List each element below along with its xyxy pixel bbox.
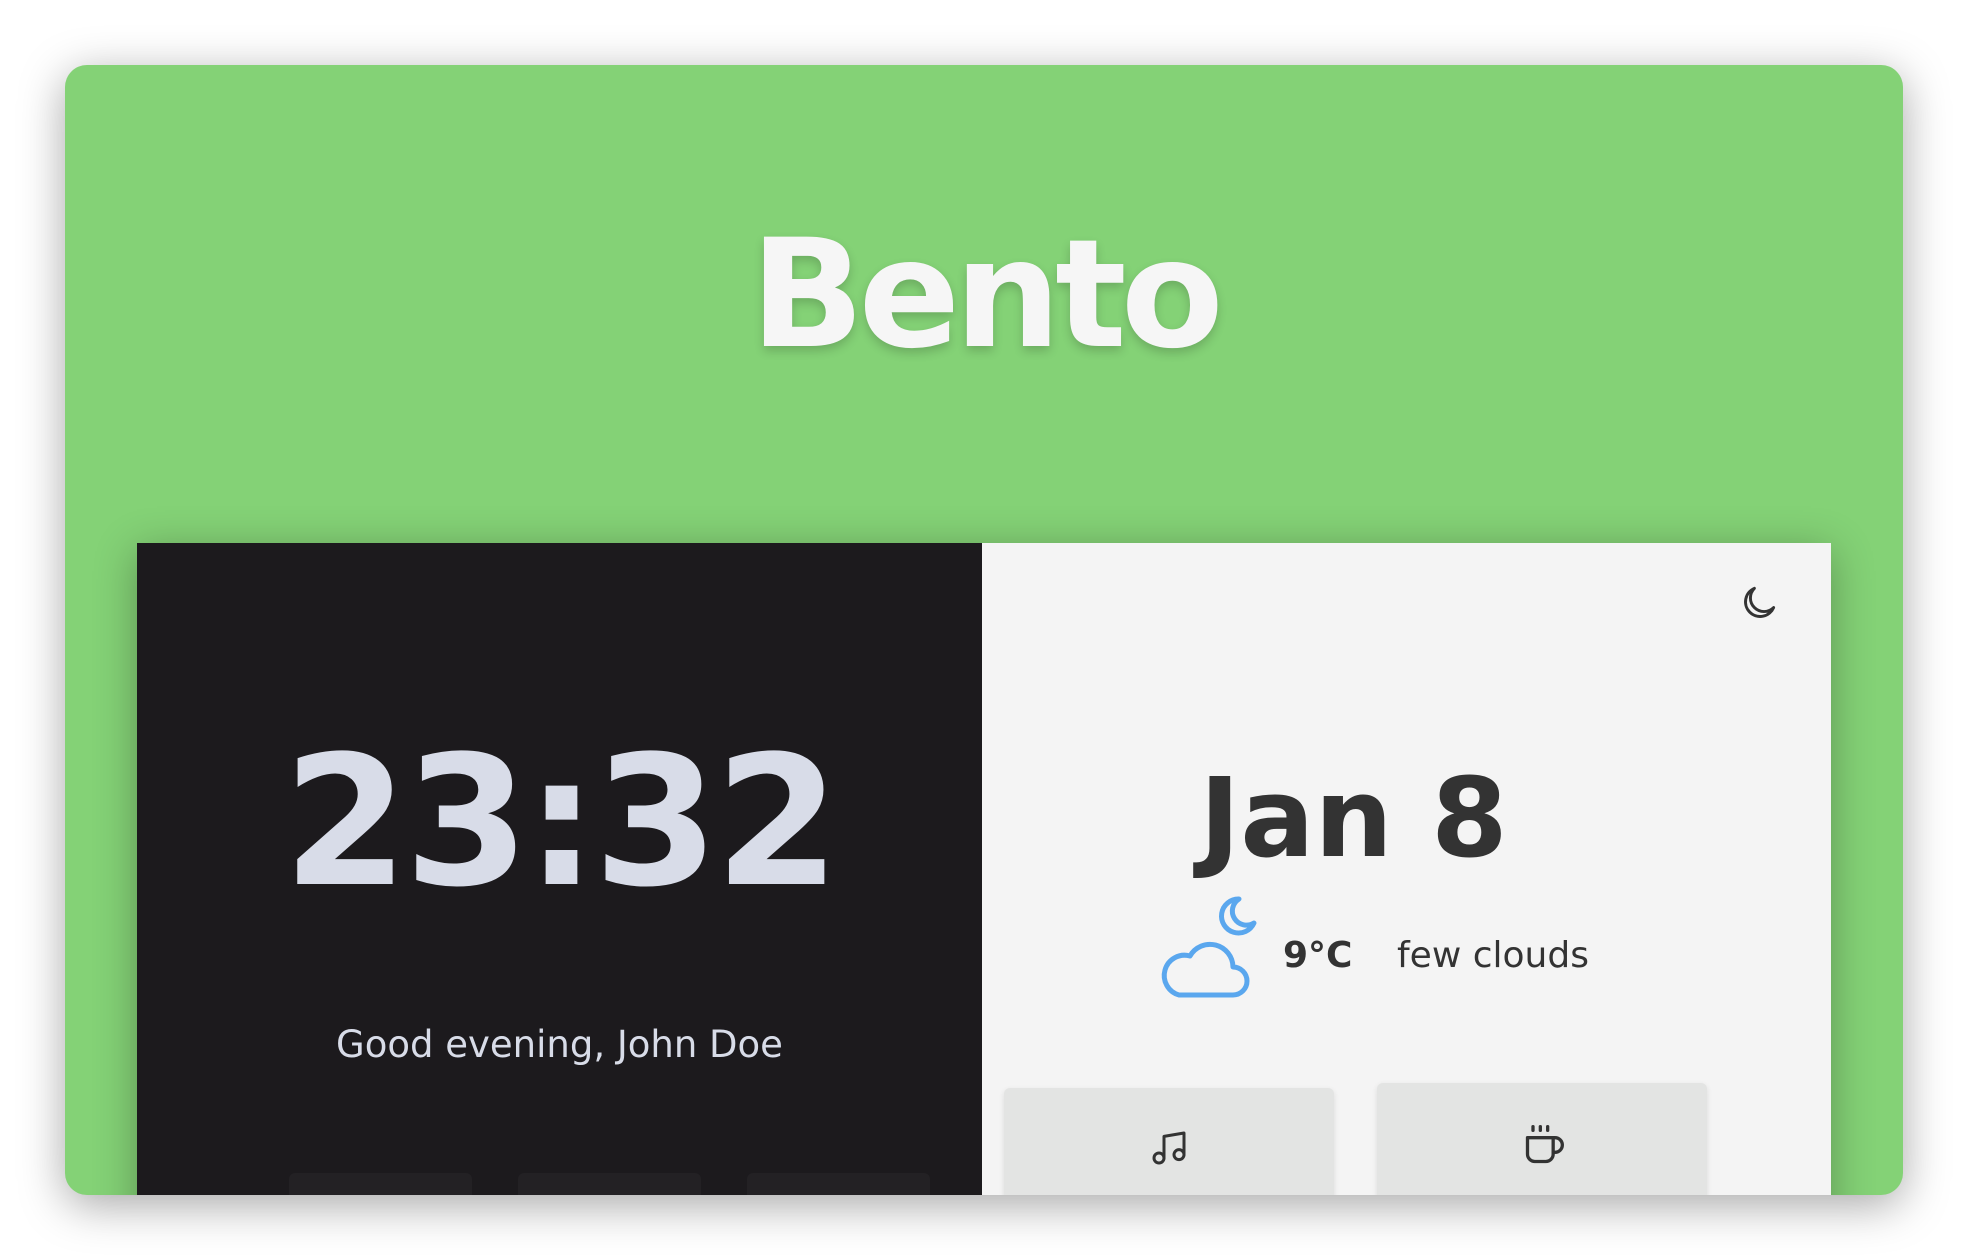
date-display: Jan 8 (1199, 754, 1508, 882)
music-app-button[interactable] (1004, 1088, 1334, 1195)
trello-link-button[interactable] (747, 1173, 930, 1195)
weather-condition: few clouds (1397, 935, 1589, 976)
temperature: 9°C (1283, 935, 1353, 976)
bento-card: 23:32 Good evening, John Doe Jan 8 9°C f… (137, 543, 1831, 1195)
clock-time: 23:32 (283, 718, 840, 927)
github-link-button[interactable] (289, 1173, 472, 1195)
coffee-app-button[interactable] (1377, 1083, 1707, 1195)
greeting-text: Good evening, John Doe (336, 1023, 783, 1066)
mail-link-button[interactable] (518, 1173, 701, 1195)
theme-toggle-button[interactable] (1737, 581, 1781, 625)
music-icon (1152, 1131, 1186, 1165)
page-title: Bento (750, 208, 1224, 382)
clock-panel: 23:32 Good evening, John Doe (137, 543, 982, 1195)
moon-icon (1744, 586, 1776, 618)
browser-page: Bento 23:32 Good evening, John Doe Jan 8… (65, 65, 1903, 1195)
info-panel: Jan 8 9°C few clouds (982, 543, 1831, 1195)
cloud-moon-icon (1161, 896, 1257, 998)
coffee-icon (1525, 1125, 1564, 1164)
